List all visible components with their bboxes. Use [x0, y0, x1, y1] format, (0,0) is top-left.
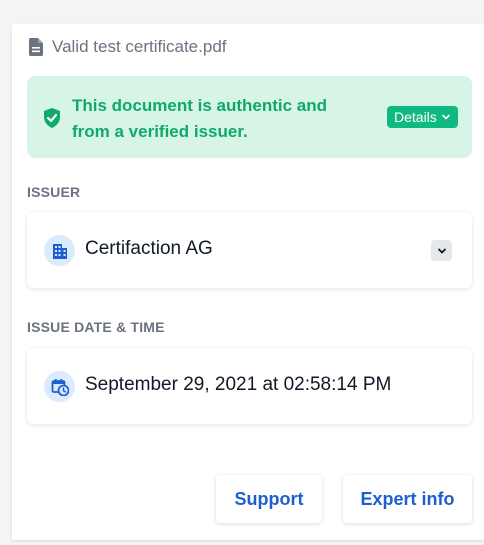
issuer-card[interactable]: Certifaction AG — [27, 212, 472, 288]
verification-alert: This document is authentic and from a ve… — [27, 76, 472, 158]
issuer-name: Certifaction AG — [85, 238, 213, 259]
details-label: Details — [394, 109, 437, 125]
support-button[interactable]: Support — [216, 475, 322, 523]
shield-check-icon — [44, 108, 60, 128]
document-icon — [29, 38, 43, 56]
issue-date-section-label: ISSUE DATE & TIME — [27, 319, 165, 335]
verification-panel: Valid test certificate.pdf This document… — [12, 24, 484, 540]
issue-date-value: September 29, 2021 at 02:58:14 PM — [85, 374, 392, 395]
issuer-section-label: ISSUER — [27, 184, 81, 200]
issue-date-card: September 29, 2021 at 02:58:14 PM — [27, 348, 472, 424]
file-name: Valid test certificate.pdf — [52, 37, 227, 56]
calendar-clock-icon — [44, 371, 75, 402]
chevron-down-icon — [441, 114, 450, 120]
file-name-row: Valid test certificate.pdf — [28, 37, 227, 57]
issuer-expand-button[interactable] — [431, 240, 452, 261]
building-icon — [44, 235, 75, 266]
chevron-down-icon — [437, 248, 446, 254]
verification-message: This document is authentic and from a ve… — [72, 96, 328, 141]
details-button[interactable]: Details — [387, 106, 458, 128]
expert-info-button[interactable]: Expert info — [343, 475, 472, 523]
